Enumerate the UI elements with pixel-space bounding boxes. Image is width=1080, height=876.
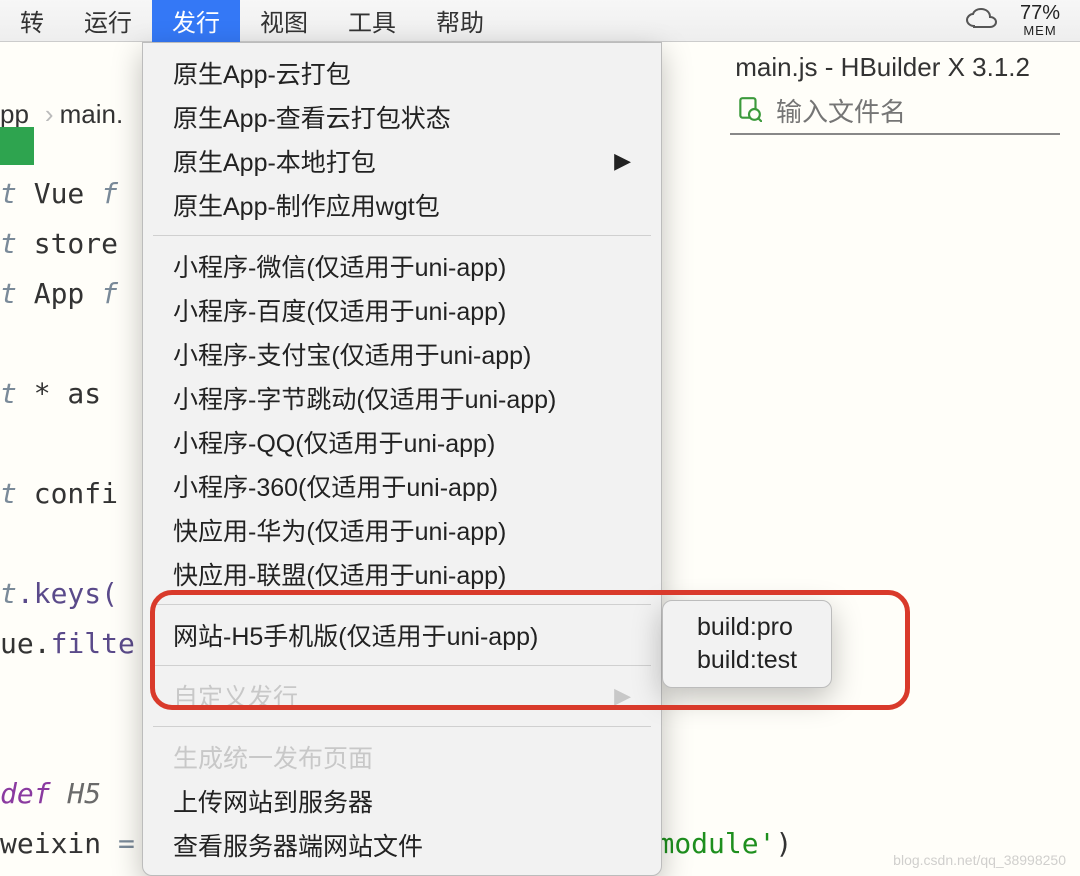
dd-quick-huawei[interactable]: 快应用-华为(仅适用于uni-app) [143, 508, 661, 552]
breadcrumb-sep: › [39, 99, 60, 130]
publish-dropdown: 原生App-云打包 原生App-查看云打包状态 原生App-本地打包▶ 原生Ap… [142, 42, 662, 876]
menu-tools[interactable]: 工具 [328, 0, 416, 44]
green-marker [0, 127, 34, 165]
dd-unified-page: 生成统一发布页面 [143, 735, 661, 779]
dd-mp-weixin[interactable]: 小程序-微信(仅适用于uni-app) [143, 244, 661, 288]
menu-view[interactable]: 视图 [240, 0, 328, 44]
watermark: blog.csdn.net/qq_38998250 [893, 852, 1066, 868]
dd-sep [153, 604, 651, 605]
dd-native-wgt[interactable]: 原生App-制作应用wgt包 [143, 183, 661, 227]
file-search-input[interactable] [776, 97, 1036, 128]
dd-mp-qq[interactable]: 小程序-QQ(仅适用于uni-app) [143, 420, 661, 464]
dd-h5[interactable]: 网站-H5手机版(仅适用于uni-app) [143, 613, 661, 657]
dd-mp-360[interactable]: 小程序-360(仅适用于uni-app) [143, 464, 661, 508]
breadcrumb-seg1[interactable]: pp [0, 99, 39, 130]
menu-zhuan[interactable]: 转 [0, 0, 64, 44]
mem-label: MEM [1020, 24, 1060, 38]
submenu-build-test[interactable]: build:test [689, 644, 805, 677]
dd-view-server-files[interactable]: 查看服务器端网站文件 [143, 823, 661, 867]
dd-native-cloud[interactable]: 原生App-云打包 [143, 51, 661, 95]
file-search-icon [736, 96, 762, 129]
dd-sep [153, 235, 651, 236]
menubar: 转 运行 发行 视图 工具 帮助 77% MEM [0, 0, 1080, 42]
chevron-right-icon: ▶ [614, 683, 631, 709]
menu-help[interactable]: 帮助 [416, 0, 504, 44]
dd-mp-baidu[interactable]: 小程序-百度(仅适用于uni-app) [143, 288, 661, 332]
dd-sep [153, 726, 651, 727]
menu-run[interactable]: 运行 [64, 0, 152, 44]
menu-publish[interactable]: 发行 [152, 0, 240, 44]
submenu-build-pro[interactable]: build:pro [689, 611, 805, 644]
custom-publish-submenu: build:pro build:test [662, 600, 832, 688]
mem-pct: 77% [1020, 3, 1060, 24]
dd-mp-bytedance[interactable]: 小程序-字节跳动(仅适用于uni-app) [143, 376, 661, 420]
chevron-right-icon: ▶ [614, 148, 631, 174]
dd-upload-server[interactable]: 上传网站到服务器 [143, 779, 661, 823]
dd-mp-alipay[interactable]: 小程序-支付宝(仅适用于uni-app) [143, 332, 661, 376]
dd-native-local[interactable]: 原生App-本地打包▶ [143, 139, 661, 183]
dd-custom-publish[interactable]: 自定义发行▶ [143, 674, 661, 718]
mem-indicator: 77% MEM [1020, 3, 1060, 38]
file-search[interactable] [730, 94, 1060, 135]
dd-native-cloud-status[interactable]: 原生App-查看云打包状态 [143, 95, 661, 139]
dd-sep [153, 665, 651, 666]
dd-quick-union[interactable]: 快应用-联盟(仅适用于uni-app) [143, 552, 661, 596]
cloud-icon [964, 8, 1000, 32]
breadcrumb-seg2[interactable]: main. [60, 99, 124, 130]
